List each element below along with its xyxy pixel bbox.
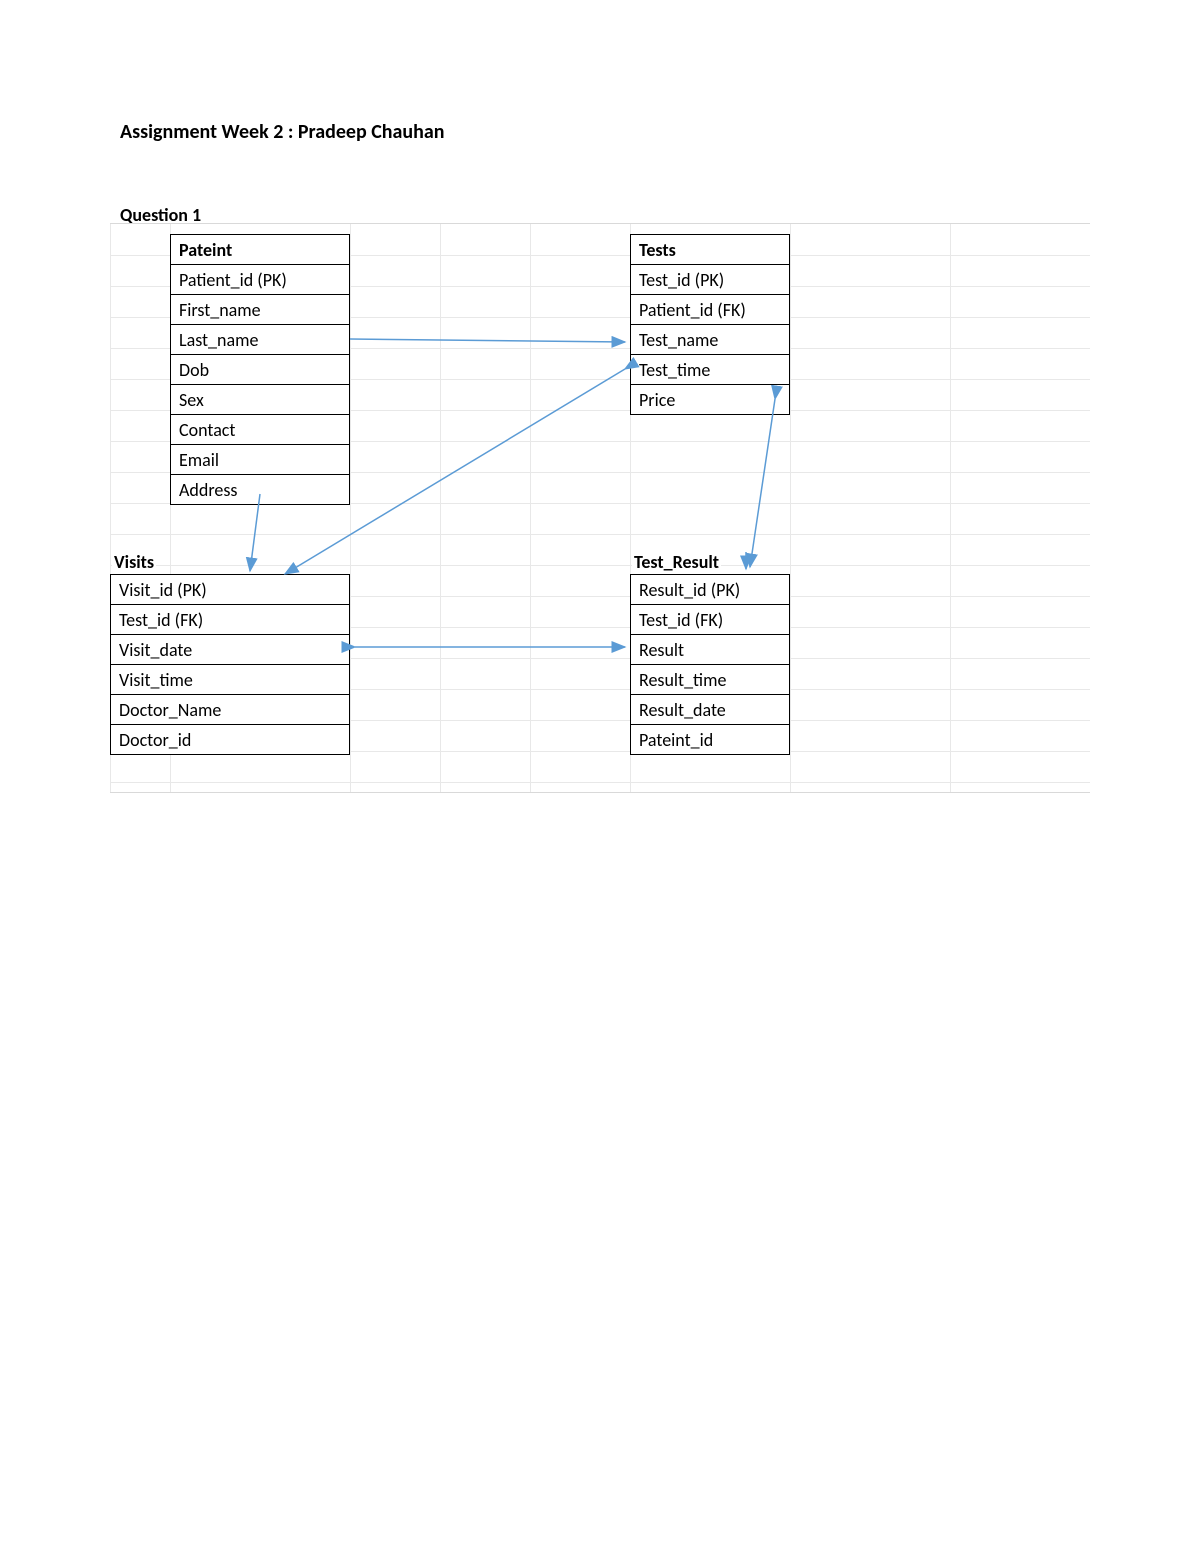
diagram-area: Pateint Patient_id (PK) First_name Last_… bbox=[110, 223, 1090, 793]
entity-patient-row: Dob bbox=[171, 355, 350, 385]
page: Assignment Week 2 : Pradeep Chauhan Ques… bbox=[0, 0, 1200, 1553]
entity-test-result-row: Result_date bbox=[631, 695, 790, 725]
entity-visits-row: Visit_time bbox=[111, 665, 350, 695]
page-title: Assignment Week 2 : Pradeep Chauhan bbox=[120, 120, 1080, 144]
entity-test-result-row: Pateint_id bbox=[631, 725, 790, 755]
entity-visits-row: Test_id (FK) bbox=[111, 605, 350, 635]
entity-visits: Visit_id (PK) Test_id (FK) Visit_date Vi… bbox=[110, 574, 350, 755]
entity-patient-row: Last_name bbox=[171, 325, 350, 355]
entity-test-result-row: Test_id (FK) bbox=[631, 605, 790, 635]
entity-patient-header: Pateint bbox=[171, 235, 350, 265]
entity-patient-row: Contact bbox=[171, 415, 350, 445]
arrow-tests-to-testresult bbox=[750, 399, 775, 567]
entity-patient-row: Sex bbox=[171, 385, 350, 415]
entity-test-result-row: Result_id (PK) bbox=[631, 575, 790, 605]
entity-test-result: Result_id (PK) Test_id (FK) Result Resul… bbox=[630, 574, 790, 755]
entity-tests-header: Tests bbox=[631, 235, 790, 265]
entity-patient-row: Address bbox=[171, 475, 350, 505]
entity-visits-row: Visit_date bbox=[111, 635, 350, 665]
entity-test-result-row: Result bbox=[631, 635, 790, 665]
entity-tests: Tests Test_id (PK) Patient_id (FK) Test_… bbox=[630, 234, 790, 415]
entity-test-result-header-label: Test_Result bbox=[632, 549, 721, 575]
entity-visits-header-label: Visits bbox=[112, 549, 156, 575]
entity-tests-row: Patient_id (FK) bbox=[631, 295, 790, 325]
entity-patient: Pateint Patient_id (PK) First_name Last_… bbox=[170, 234, 350, 505]
entity-visits-row: Doctor_id bbox=[111, 725, 350, 755]
entity-tests-row: Test_time bbox=[631, 355, 790, 385]
entity-patient-row: First_name bbox=[171, 295, 350, 325]
entity-tests-row: Price bbox=[631, 385, 790, 415]
entity-tests-row: Test_name bbox=[631, 325, 790, 355]
entity-patient-row: Patient_id (PK) bbox=[171, 265, 350, 295]
arrow-patient-to-visits bbox=[250, 494, 260, 571]
entity-visits-row: Doctor_Name bbox=[111, 695, 350, 725]
entity-tests-row: Test_id (PK) bbox=[631, 265, 790, 295]
entity-visits-row: Visit_id (PK) bbox=[111, 575, 350, 605]
arrow-patient-to-tests bbox=[350, 339, 625, 342]
entity-test-result-row: Result_time bbox=[631, 665, 790, 695]
entity-patient-row: Email bbox=[171, 445, 350, 475]
